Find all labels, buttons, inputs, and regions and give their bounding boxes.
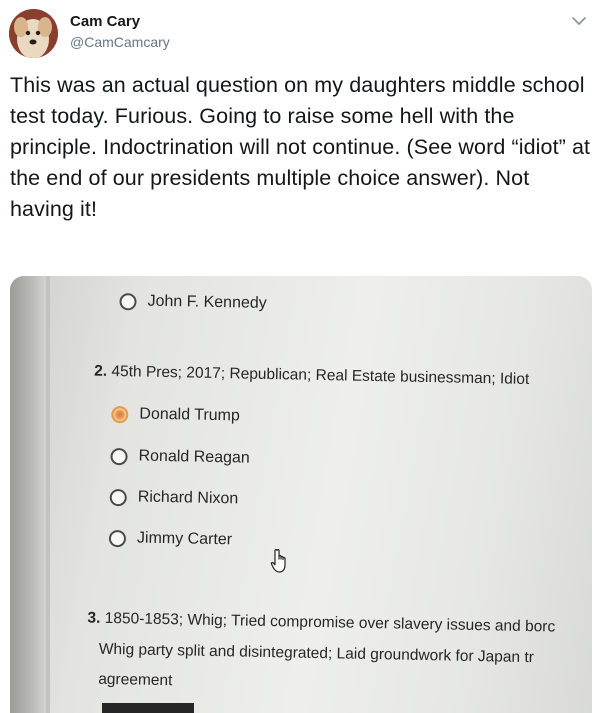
screen-taskbar xyxy=(102,703,194,713)
option-item: Richard Nixon xyxy=(109,488,239,508)
question-text: 45th Pres; 2017; Republican; Real Estate… xyxy=(111,362,530,388)
radio-icon xyxy=(110,447,128,465)
question-number: 2. xyxy=(94,362,108,380)
question-number: 3. xyxy=(87,609,101,627)
option-item: Jimmy Carter xyxy=(108,529,233,549)
tweet-header: Cam Cary @CamCamcary xyxy=(0,0,600,62)
option-label: John F. Kennedy xyxy=(147,292,267,312)
option-item: Donald Trump xyxy=(111,405,240,425)
option-label: Ronald Reagan xyxy=(138,447,250,467)
test-screen: John F. Kennedy 2. 45th Pres; 2017; Repu… xyxy=(10,276,592,713)
question-text: 1850-1853; Whig; Tried compromise over s… xyxy=(104,609,556,636)
avatar[interactable] xyxy=(9,9,58,58)
option-prev: John F. Kennedy xyxy=(119,292,267,313)
option-label: Richard Nixon xyxy=(137,488,239,508)
avatar-dog-image xyxy=(9,9,58,58)
question-3-line2: Whig party split and disintegrated; Laid… xyxy=(98,640,535,667)
option-item: Ronald Reagan xyxy=(110,447,250,468)
question-3-line3: agreement xyxy=(98,670,173,690)
user-handle[interactable]: @CamCamcary xyxy=(70,34,170,50)
chevron-down-icon[interactable] xyxy=(570,12,588,30)
radio-icon xyxy=(119,292,137,310)
radio-icon xyxy=(108,529,127,547)
display-name[interactable]: Cam Cary xyxy=(70,13,140,30)
option-label: Jimmy Carter xyxy=(136,529,233,549)
question-3-line1: 3. 1850-1853; Whig; Tried compromise ove… xyxy=(87,610,555,637)
hand-pointer-icon xyxy=(270,548,292,574)
attached-photo[interactable]: John F. Kennedy 2. 45th Pres; 2017; Repu… xyxy=(10,276,592,713)
question-2: 2. 45th Pres; 2017; Republican; Real Est… xyxy=(94,363,529,389)
radio-selected-icon xyxy=(111,405,129,423)
option-label: Donald Trump xyxy=(139,405,241,425)
radio-icon xyxy=(109,488,127,506)
tweet-text: This was an actual question on my daught… xyxy=(10,73,591,221)
